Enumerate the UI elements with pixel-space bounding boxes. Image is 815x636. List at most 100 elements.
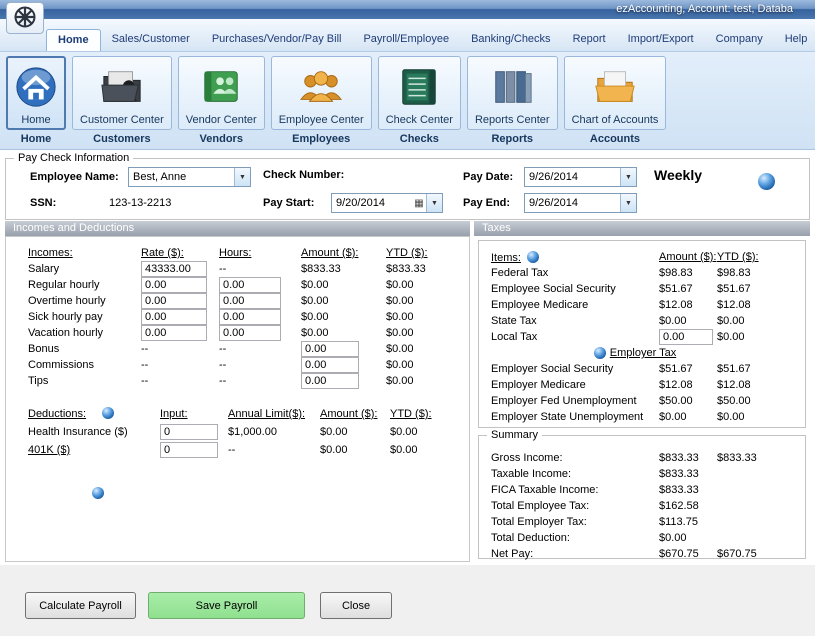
hours-value: -- bbox=[219, 375, 301, 387]
bonus-amount-input[interactable] bbox=[301, 341, 359, 357]
taxes-table: Items: Amount ($): YTD ($): Federal Tax … bbox=[491, 249, 779, 425]
menu-tab-company[interactable]: Company bbox=[705, 29, 774, 51]
income-label: Salary bbox=[28, 263, 141, 275]
tax-amount: $0.00 bbox=[659, 315, 717, 327]
help-globe-icon[interactable] bbox=[758, 173, 775, 190]
tax-label: Employee Social Security bbox=[491, 283, 659, 295]
menu-strip: Home Sales/Customer Purchases/Vendor/Pay… bbox=[0, 19, 815, 52]
taxes-help-globe-icon[interactable] bbox=[527, 251, 539, 263]
ytd-value: $0.00 bbox=[386, 279, 461, 291]
employee-center-button[interactable]: Employee Center bbox=[271, 56, 372, 130]
vacation-hourly-rate-input[interactable] bbox=[141, 325, 207, 341]
chevron-down-icon: ▼ bbox=[620, 168, 636, 186]
close-button[interactable]: Close bbox=[320, 592, 392, 619]
chart-of-accounts-button[interactable]: Chart of Accounts bbox=[564, 56, 667, 130]
commissions-amount-input[interactable] bbox=[301, 357, 359, 373]
limit-value: $1,000.00 bbox=[228, 426, 320, 438]
vacation-hourly-hours-input[interactable] bbox=[219, 325, 281, 341]
toolbar-item-home: Home Home bbox=[6, 56, 66, 145]
chart-of-accounts-icon bbox=[593, 65, 637, 112]
window-titlebar: ezAccounting, Account: test, Databa bbox=[0, 0, 815, 19]
sick-hourly-hours-input[interactable] bbox=[219, 309, 281, 325]
rate-column-header: Rate ($): bbox=[141, 247, 219, 259]
ytd-value: $0.00 bbox=[390, 426, 460, 438]
deductions-title: Deductions: bbox=[28, 408, 160, 420]
regular-hourly-rate-input[interactable] bbox=[141, 277, 207, 293]
local-tax-input[interactable] bbox=[659, 329, 713, 345]
limit-value: -- bbox=[228, 444, 320, 456]
employee-center-icon bbox=[299, 65, 343, 112]
summary-table: Gross Income: $833.33 $833.33 Taxable In… bbox=[491, 450, 779, 562]
401k-input[interactable] bbox=[160, 442, 218, 458]
toolbar-caption: Customers bbox=[93, 133, 150, 145]
pay-date-select[interactable]: 9/26/2014 ▼ bbox=[524, 167, 637, 187]
main-toolbar: Home Home Customer Center Customers bbox=[0, 52, 815, 150]
reports-center-button[interactable]: Reports Center bbox=[467, 56, 558, 130]
amount-value: $0.00 bbox=[301, 327, 386, 339]
tax-ytd: $0.00 bbox=[717, 411, 779, 423]
toolbar-caption: Accounts bbox=[590, 133, 640, 145]
deduction-label: Health Insurance ($) bbox=[28, 426, 160, 438]
calculate-payroll-button[interactable]: Calculate Payroll bbox=[25, 592, 136, 619]
menu-tab-help[interactable]: Help bbox=[774, 29, 815, 51]
chevron-down-icon: ▼ bbox=[234, 168, 250, 186]
tax-amount: $51.67 bbox=[659, 363, 717, 375]
menu-tab-purchases-vendor-pay-bill[interactable]: Purchases/Vendor/Pay Bill bbox=[201, 29, 353, 51]
toolbar-item-reports-center: Reports Center Reports bbox=[467, 56, 558, 145]
menu-tab-import-export[interactable]: Import/Export bbox=[617, 29, 705, 51]
ytd-value: $0.00 bbox=[386, 359, 461, 371]
summary-ytd: $833.33 bbox=[717, 452, 779, 464]
incomes-help-globe-icon[interactable] bbox=[92, 487, 104, 499]
regular-hourly-hours-input[interactable] bbox=[219, 277, 281, 293]
toolbar-button-label: Vendor Center bbox=[186, 114, 257, 126]
ytd-value: $0.00 bbox=[386, 295, 461, 307]
app-menu-button[interactable] bbox=[6, 2, 44, 34]
employee-name-label: Employee Name: bbox=[30, 171, 119, 183]
sick-hourly-rate-input[interactable] bbox=[141, 309, 207, 325]
income-label: Overtime hourly bbox=[28, 295, 141, 307]
amount-column-header: Amount ($): bbox=[301, 247, 386, 259]
menu-tab-banking-checks[interactable]: Banking/Checks bbox=[460, 29, 562, 51]
health-insurance-input[interactable] bbox=[160, 424, 218, 440]
paycheck-group-title: Pay Check Information bbox=[14, 152, 133, 164]
ytd-value: $833.33 bbox=[386, 263, 461, 275]
chevron-down-icon: ▼ bbox=[426, 194, 442, 212]
customer-center-button[interactable]: Customer Center bbox=[72, 56, 172, 130]
incomes-deductions-header: Incomes and Deductions bbox=[5, 221, 470, 236]
rate-value: -- bbox=[141, 375, 219, 387]
summary-label: Gross Income: bbox=[491, 452, 659, 464]
pay-frequency-label: Weekly bbox=[654, 167, 702, 183]
overtime-hourly-rate-input[interactable] bbox=[141, 293, 207, 309]
check-center-button[interactable]: Check Center bbox=[378, 56, 461, 130]
menu-tab-report[interactable]: Report bbox=[562, 29, 617, 51]
summary-amount: $670.75 bbox=[659, 548, 717, 560]
summary-amount: $113.75 bbox=[659, 516, 717, 528]
income-label: Sick hourly pay bbox=[28, 311, 141, 323]
pay-start-picker[interactable]: 9/20/2014 ▦ ▼ bbox=[331, 193, 443, 213]
pay-end-select[interactable]: 9/26/2014 ▼ bbox=[524, 193, 637, 213]
deduction-label-401k: 401K ($) bbox=[28, 444, 160, 456]
menu-tab-home[interactable]: Home bbox=[46, 29, 101, 51]
toolbar-button-label: Employee Center bbox=[279, 114, 364, 126]
income-label: Bonus bbox=[28, 343, 141, 355]
tax-label: Federal Tax bbox=[491, 267, 659, 279]
tax-ytd: $51.67 bbox=[717, 363, 779, 375]
tax-ytd: $0.00 bbox=[717, 331, 779, 343]
tips-amount-input[interactable] bbox=[301, 373, 359, 389]
deductions-table: Deductions: Input: Annual Limit($): Amou… bbox=[28, 405, 460, 459]
home-button[interactable]: Home bbox=[6, 56, 66, 130]
ytd-value: $0.00 bbox=[386, 343, 461, 355]
save-payroll-button[interactable]: Save Payroll bbox=[148, 592, 305, 619]
vendor-center-button[interactable]: Vendor Center bbox=[178, 56, 265, 130]
summary-label: Taxable Income: bbox=[491, 468, 659, 480]
employer-tax-globe-icon[interactable] bbox=[594, 347, 606, 359]
salary-rate-input[interactable] bbox=[141, 261, 207, 277]
income-label: Vacation hourly bbox=[28, 327, 141, 339]
menu-tab-payroll-employee[interactable]: Payroll/Employee bbox=[352, 29, 460, 51]
tax-amount: $0.00 bbox=[659, 411, 717, 423]
overtime-hourly-hours-input[interactable] bbox=[219, 293, 281, 309]
menu-tab-sales-customer[interactable]: Sales/Customer bbox=[101, 29, 201, 51]
check-number-input[interactable] bbox=[351, 167, 441, 182]
employee-name-select[interactable]: Best, Anne ▼ bbox=[128, 167, 251, 187]
home-icon bbox=[14, 65, 58, 112]
